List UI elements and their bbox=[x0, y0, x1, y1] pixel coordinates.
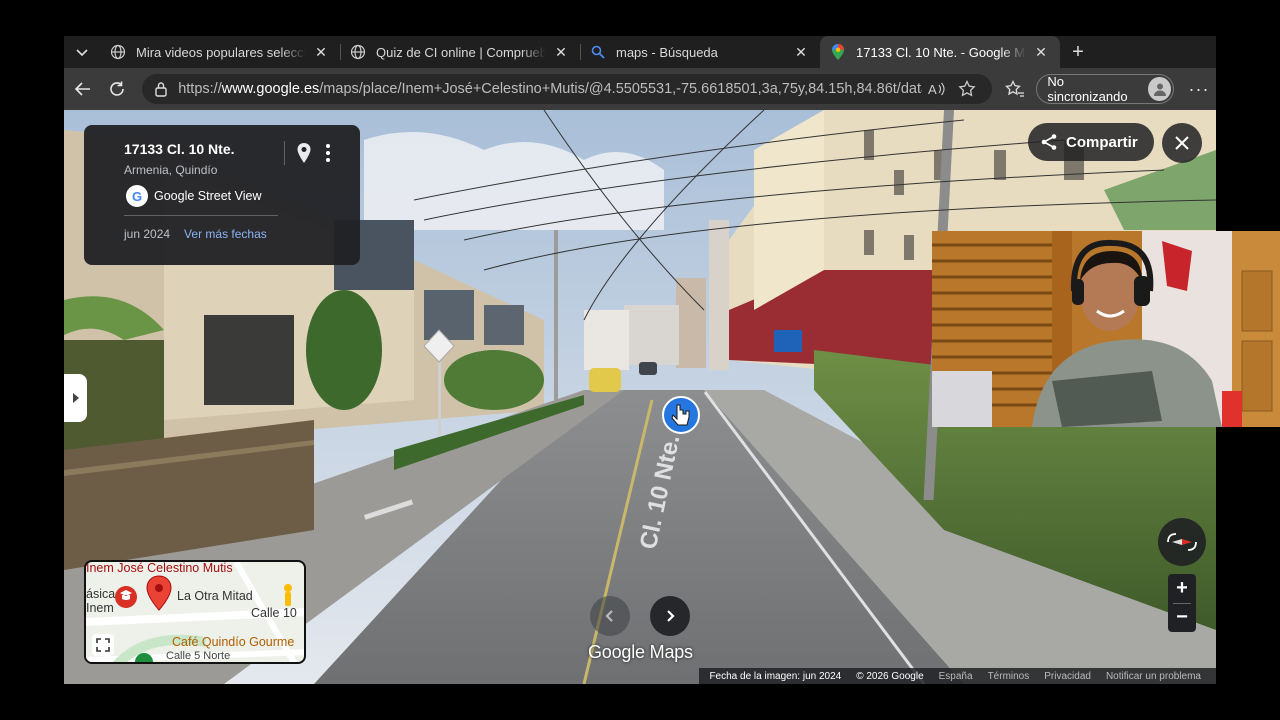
divider bbox=[284, 141, 285, 165]
map-label: Calle 10 bbox=[251, 606, 297, 620]
google-maps-logo: Google Maps bbox=[588, 642, 693, 662]
svg-text:A: A bbox=[928, 82, 937, 97]
report-problem-link[interactable]: Notificar un problema bbox=[1106, 671, 1201, 682]
zoom-in-button[interactable]: + bbox=[1168, 574, 1196, 603]
url-host: www.google.es bbox=[221, 81, 320, 97]
map-label: Inem José Celestino Mutis bbox=[86, 561, 233, 575]
minimap[interactable]: Inem José Celestino Mutis ásica Inem La … bbox=[84, 560, 306, 664]
compass-button[interactable] bbox=[1158, 518, 1206, 566]
copyright: © 2026 Google bbox=[856, 670, 924, 682]
new-tab-button[interactable]: + bbox=[1060, 36, 1096, 68]
tab-quiz[interactable]: Quiz de CI online | Comprueba tu ✕ bbox=[340, 36, 580, 68]
expand-side-panel-button[interactable] bbox=[64, 374, 87, 422]
zoom-out-button[interactable]: − bbox=[1168, 603, 1196, 632]
globe-icon bbox=[110, 44, 126, 60]
favorite-star-icon[interactable] bbox=[952, 74, 982, 104]
terms-link[interactable]: Términos bbox=[988, 671, 1030, 682]
share-label: Compartir bbox=[1066, 133, 1138, 151]
profile-button[interactable]: No sincronizando bbox=[1036, 74, 1174, 104]
tab-strip: Mira videos populares selecciona ✕ Quiz … bbox=[64, 36, 1216, 68]
caret-right-icon bbox=[72, 393, 79, 403]
divider bbox=[124, 215, 278, 216]
zoom-controls: + − bbox=[1168, 574, 1196, 632]
map-label: Inem bbox=[86, 601, 114, 615]
close-tab-icon[interactable]: ✕ bbox=[1032, 43, 1050, 61]
google-logo-icon: G bbox=[126, 185, 148, 207]
close-icon bbox=[1175, 136, 1189, 150]
tab-title: maps - Búsqueda bbox=[616, 44, 718, 60]
map-label: Café Quindío Gourme bbox=[172, 635, 295, 649]
reload-icon bbox=[110, 81, 124, 96]
search-icon bbox=[590, 44, 606, 60]
tab-google-maps[interactable]: 17133 Cl. 10 Nte. - Google Maps ✕ bbox=[820, 36, 1060, 68]
chevron-right-icon bbox=[667, 610, 675, 622]
country-link[interactable]: España bbox=[939, 671, 973, 682]
read-aloud-icon[interactable]: A bbox=[922, 74, 952, 104]
favorites-button[interactable] bbox=[998, 71, 1032, 107]
map-label: Calle 5 Norte bbox=[166, 650, 231, 662]
previous-image-button[interactable] bbox=[590, 596, 630, 636]
plus-icon: + bbox=[1072, 40, 1084, 63]
maps-pin-icon bbox=[830, 44, 846, 60]
compass-icon bbox=[1167, 533, 1197, 551]
url-scheme: https:// bbox=[178, 81, 222, 97]
reload-button[interactable] bbox=[100, 71, 134, 107]
more-options-icon[interactable] bbox=[320, 142, 336, 164]
location-pin-icon[interactable] bbox=[294, 142, 314, 164]
close-street-view-button[interactable] bbox=[1162, 123, 1202, 163]
address-bar[interactable]: https://www.google.es/maps/place/Inem+Jo… bbox=[142, 74, 993, 104]
capture-date: jun 2024 bbox=[124, 227, 171, 241]
divider bbox=[1173, 603, 1191, 604]
ellipsis-icon: ··· bbox=[1188, 78, 1210, 99]
url-path: /maps/place/Inem+José+Celestino+Mutis/@4… bbox=[319, 81, 923, 97]
globe-icon bbox=[350, 44, 366, 60]
tab-list-button[interactable] bbox=[64, 36, 100, 68]
favorites-icon bbox=[1005, 80, 1025, 97]
share-icon bbox=[1041, 134, 1057, 150]
arrow-left-icon bbox=[74, 82, 91, 96]
map-label: ásica bbox=[86, 587, 116, 601]
site-info-icon[interactable] bbox=[152, 81, 170, 97]
next-image-button[interactable] bbox=[650, 596, 690, 636]
person-icon bbox=[1153, 83, 1166, 96]
back-button[interactable] bbox=[66, 71, 100, 107]
imagery-provider: G Google Street View bbox=[126, 185, 360, 207]
chevron-left-icon bbox=[605, 610, 613, 622]
tab-title: Mira videos populares selecciona bbox=[136, 44, 306, 60]
capture-dates: jun 2024 Ver más fechas bbox=[124, 227, 360, 241]
location-card: 17133 Cl. 10 Nte. Armenia, Quindío G Goo… bbox=[84, 125, 360, 265]
privacy-link[interactable]: Privacidad bbox=[1044, 671, 1091, 682]
fullscreen-icon bbox=[96, 638, 110, 652]
webcam-overlay bbox=[932, 231, 1280, 427]
url-text[interactable]: https://www.google.es/maps/place/Inem+Jo… bbox=[178, 81, 922, 97]
close-tab-icon[interactable]: ✕ bbox=[552, 43, 570, 61]
share-button[interactable]: Compartir bbox=[1028, 123, 1154, 161]
tab-search[interactable]: maps - Búsqueda ✕ bbox=[580, 36, 820, 68]
map-label: La Otra Mitad bbox=[177, 589, 253, 603]
tab-title: 17133 Cl. 10 Nte. - Google Maps bbox=[856, 44, 1026, 60]
chevron-down-icon bbox=[76, 49, 88, 57]
provider-label: Google Street View bbox=[154, 189, 262, 203]
tab-title: Quiz de CI online | Comprueba tu bbox=[376, 44, 546, 60]
map-footer: Fecha de la imagen: jun 2024 © 2026 Goog… bbox=[699, 668, 1216, 684]
fullscreen-button[interactable] bbox=[92, 634, 114, 656]
close-tab-icon[interactable]: ✕ bbox=[792, 43, 810, 61]
hand-cursor-icon bbox=[662, 396, 700, 434]
image-date: Fecha de la imagen: jun 2024 bbox=[709, 670, 842, 682]
more-dates-link[interactable]: Ver más fechas bbox=[184, 227, 267, 241]
profile-label: No sincronizando bbox=[1047, 74, 1128, 104]
address-toolbar: https://www.google.es/maps/place/Inem+Jo… bbox=[64, 68, 1216, 110]
location-subtitle: Armenia, Quindío bbox=[124, 163, 218, 177]
close-tab-icon[interactable]: ✕ bbox=[312, 43, 330, 61]
more-menu-button[interactable]: ··· bbox=[1182, 71, 1216, 107]
tab-videos[interactable]: Mira videos populares selecciona ✕ bbox=[100, 36, 340, 68]
avatar bbox=[1148, 77, 1171, 101]
